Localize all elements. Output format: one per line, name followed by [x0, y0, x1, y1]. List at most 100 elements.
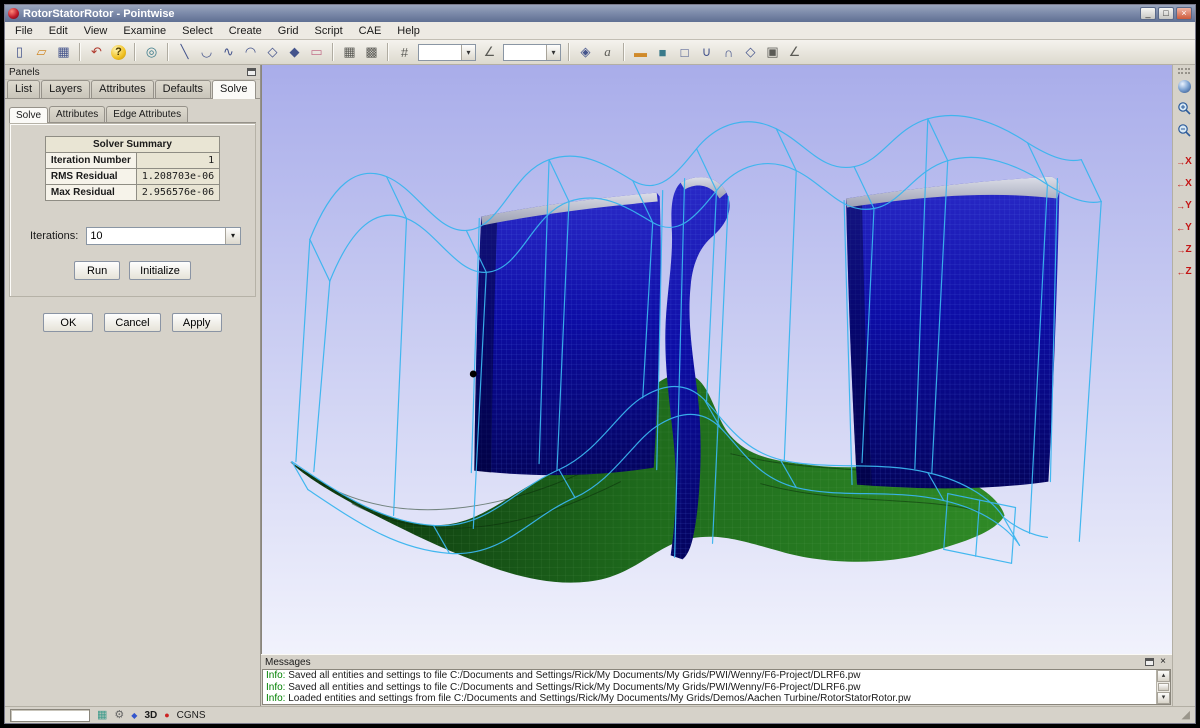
pick-point[interactable]: [470, 370, 477, 377]
conic-curve-icon[interactable]: ◠: [240, 42, 261, 63]
window-titlebar[interactable]: RotorStatorRotor - Pointwise _ □ ×: [5, 5, 1195, 22]
view-minus-z-button[interactable]: ←Z: [1175, 262, 1194, 281]
menu-script[interactable]: Script: [307, 23, 351, 39]
menu-create[interactable]: Create: [221, 23, 270, 39]
scroll-up-icon[interactable]: ▴: [1157, 670, 1170, 682]
cancel-button[interactable]: Cancel: [104, 313, 160, 332]
hybrid-grid-icon[interactable]: ▩: [361, 42, 382, 63]
view-minus-y-button[interactable]: ←Y: [1175, 218, 1194, 237]
tab-defaults[interactable]: Defaults: [155, 80, 211, 98]
close-messages-icon[interactable]: ×: [1158, 657, 1168, 667]
close-button[interactable]: ×: [1176, 7, 1192, 20]
solver-summary-table: Solver Summary Iteration Number 1 RMS Re…: [45, 136, 220, 201]
apply-button[interactable]: Apply: [172, 313, 222, 332]
tab-attributes[interactable]: Attributes: [91, 80, 153, 98]
menu-edit[interactable]: Edit: [41, 23, 76, 39]
solve-panel: Solve Attributes Edge Attributes Solver …: [5, 99, 260, 706]
messages-scrollbar[interactable]: ▴ ▾: [1156, 670, 1170, 704]
spline-curve-icon[interactable]: ∿: [218, 42, 239, 63]
menu-select[interactable]: Select: [174, 23, 221, 39]
tab-list[interactable]: List: [7, 80, 40, 98]
menu-cae[interactable]: CAE: [351, 23, 390, 39]
view-plus-z-button[interactable]: →Z: [1175, 240, 1194, 259]
solver-buttons: Run Initialize: [16, 261, 249, 280]
subtab-attributes[interactable]: Attributes: [49, 106, 105, 122]
save-icon[interactable]: ▦: [53, 42, 74, 63]
float-messages-icon[interactable]: [1145, 658, 1154, 666]
max-residual-label: Max Residual: [45, 185, 136, 201]
minimize-button[interactable]: _: [1140, 7, 1156, 20]
new-icon[interactable]: ▯: [9, 42, 30, 63]
iterations-input[interactable]: [87, 230, 225, 242]
database-icon[interactable]: ◇: [740, 42, 761, 63]
domain-icon[interactable]: □: [674, 42, 695, 63]
erase-icon[interactable]: ▭: [306, 42, 327, 63]
layer-grid-icon[interactable]: ▦: [97, 709, 107, 722]
zoom-out-button[interactable]: [1175, 121, 1194, 140]
view-minus-x-button[interactable]: ←X: [1175, 174, 1194, 193]
zoom-in-button[interactable]: [1175, 99, 1194, 118]
pick-icon[interactable]: ◎: [141, 42, 162, 63]
dimension-icon[interactable]: #: [394, 42, 415, 63]
resize-grip[interactable]: ◢: [1182, 709, 1190, 721]
structured-grid-icon[interactable]: ▦: [339, 42, 360, 63]
messages-log[interactable]: Info: Saved all entities and settings to…: [262, 669, 1171, 705]
copy-icon[interactable]: ◈: [575, 42, 596, 63]
view-plus-x-button[interactable]: →X: [1175, 152, 1194, 171]
iterations-combobox[interactable]: ▾: [86, 227, 241, 245]
attributes-icon[interactable]: a: [597, 42, 618, 63]
chevron-down-icon[interactable]: ▾: [546, 45, 560, 60]
rms-residual-value: 1.208703e-06: [136, 169, 219, 185]
axis-label: Z: [1185, 244, 1191, 255]
solve-subtabs: Solve Attributes Edge Attributes: [9, 105, 256, 123]
axis-label: Y: [1185, 222, 1192, 233]
run-button[interactable]: Run: [74, 261, 120, 280]
undo-icon[interactable]: ↶: [86, 42, 107, 63]
initialize-button[interactable]: Initialize: [129, 261, 191, 280]
panels-dock: Panels List Layers Attributes Defaults S…: [5, 65, 261, 706]
tab-solve[interactable]: Solve: [212, 80, 256, 99]
menu-examine[interactable]: Examine: [115, 23, 174, 39]
join-icon[interactable]: ∪: [696, 42, 717, 63]
toolbar-grip[interactable]: [1178, 68, 1190, 74]
measure-icon[interactable]: ∠: [784, 42, 805, 63]
subtab-solve[interactable]: Solve: [9, 107, 48, 123]
help-icon[interactable]: ?: [108, 42, 129, 63]
tools-icon[interactable]: ⚙: [114, 709, 124, 722]
subtab-edge-attributes[interactable]: Edge Attributes: [106, 106, 188, 122]
menu-view[interactable]: View: [76, 23, 116, 39]
ok-button[interactable]: OK: [43, 313, 93, 332]
angle-combobox[interactable]: ▾: [503, 44, 561, 61]
dimension-input[interactable]: [419, 46, 461, 59]
log-level: Info:: [266, 670, 285, 681]
arc-curve-icon[interactable]: ◡: [196, 42, 217, 63]
float-panel-icon[interactable]: [247, 68, 256, 76]
open-icon[interactable]: ▱: [31, 42, 52, 63]
arrow-icon: ←: [1176, 267, 1185, 277]
block-icon[interactable]: ■: [652, 42, 673, 63]
scroll-down-icon[interactable]: ▾: [1157, 692, 1170, 704]
quilt-icon[interactable]: ▣: [762, 42, 783, 63]
viewport-3d[interactable]: [261, 65, 1172, 654]
menu-help[interactable]: Help: [389, 23, 428, 39]
reset-view-button[interactable]: [1175, 77, 1194, 96]
viewport-3d-scene[interactable]: [262, 65, 1172, 654]
view-plus-y-button[interactable]: →Y: [1175, 196, 1194, 215]
revolve-icon[interactable]: ◆: [284, 42, 305, 63]
split-icon[interactable]: ∩: [718, 42, 739, 63]
scroll-thumb[interactable]: [1158, 683, 1169, 691]
angle-icon[interactable]: ∠: [479, 42, 500, 63]
angle-input[interactable]: [504, 46, 546, 59]
chevron-down-icon[interactable]: ▾: [461, 45, 475, 60]
mask-icon[interactable]: ▬: [630, 42, 651, 63]
toolbar-separator: [623, 43, 625, 61]
command-input[interactable]: [10, 709, 90, 722]
tab-layers[interactable]: Layers: [41, 80, 90, 98]
menu-grid[interactable]: Grid: [270, 23, 307, 39]
chevron-down-icon[interactable]: ▾: [225, 228, 240, 244]
dimension-combobox[interactable]: ▾: [418, 44, 476, 61]
surface-icon[interactable]: ◇: [262, 42, 283, 63]
menu-file[interactable]: File: [7, 23, 41, 39]
restore-button[interactable]: □: [1158, 7, 1174, 20]
line-curve-icon[interactable]: ╲: [174, 42, 195, 63]
